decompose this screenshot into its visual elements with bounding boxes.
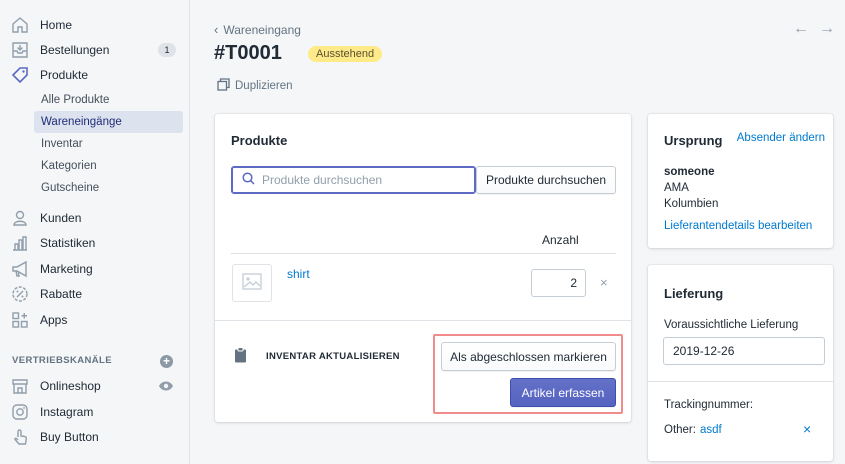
- sidebar-item-buy-button[interactable]: Buy Button: [8, 426, 99, 448]
- product-search-input[interactable]: Produkte durchsuchen: [231, 166, 476, 194]
- supplier-address-line: AMA: [664, 182, 689, 194]
- search-placeholder: Produkte durchsuchen: [262, 173, 383, 187]
- discount-icon: [8, 284, 32, 304]
- sidebar-subitem-transfers[interactable]: Wareneingänge: [34, 111, 183, 133]
- product-link[interactable]: shirt: [287, 267, 310, 281]
- sidebar-subitem-gift-cards[interactable]: Gutscheine: [34, 177, 183, 199]
- person-icon: [8, 208, 32, 228]
- delivery-card: Lieferung Voraussichtliche Lieferung 201…: [648, 265, 833, 461]
- sidebar-item-analytics[interactable]: Statistiken: [8, 232, 95, 254]
- sidebar-item-apps[interactable]: Apps: [8, 309, 67, 331]
- sidebar-item-label: Instagram: [40, 405, 94, 419]
- status-badge: Ausstehend: [308, 46, 383, 62]
- duplicate-button[interactable]: Duplizieren: [217, 78, 293, 94]
- sales-channels-header: VERTRIEBSKANÄLE: [12, 355, 112, 366]
- remove-item-icon[interactable]: ×: [600, 275, 608, 290]
- products-card-title: Produkte: [231, 133, 288, 148]
- sidebar-subitem-inventory[interactable]: Inventar: [34, 133, 183, 155]
- delivery-card-title: Lieferung: [664, 286, 724, 301]
- remove-tracking-icon[interactable]: ×: [803, 421, 811, 437]
- tracking-entry: Other: asdf: [664, 424, 722, 436]
- tag-icon: [8, 65, 32, 85]
- highlight-box: [433, 334, 623, 414]
- divider: [231, 253, 616, 254]
- carrier-label: Other:: [664, 424, 696, 436]
- sidebar-item-products[interactable]: Produkte: [8, 64, 88, 86]
- divider: [215, 320, 631, 321]
- page-title: #T0001: [214, 42, 282, 64]
- breadcrumb[interactable]: ‹ Wareneingang: [214, 22, 301, 37]
- supplier-country: Kolumbien: [664, 198, 719, 210]
- browse-products-button[interactable]: Produkte durchsuchen: [476, 166, 616, 194]
- breadcrumb-label: Wareneingang: [223, 22, 301, 37]
- product-thumbnail: [232, 264, 272, 302]
- sidebar-item-label: Home: [40, 18, 73, 32]
- orders-count-badge: 1: [158, 43, 176, 57]
- main-content: ‹ Wareneingang ← → #T0001 Ausstehend Dup…: [190, 0, 845, 464]
- clipboard-icon: [234, 347, 247, 366]
- sidebar-item-home[interactable]: Home: [8, 14, 72, 36]
- view-store-eye-icon[interactable]: [158, 380, 174, 395]
- buy-button-icon: [8, 427, 32, 447]
- apps-icon: [8, 310, 32, 330]
- sidebar-item-orders[interactable]: Bestellungen: [8, 39, 109, 61]
- sidebar-item-marketing[interactable]: Marketing: [8, 258, 93, 280]
- edit-supplier-link[interactable]: Lieferantendetails bearbeiten: [664, 220, 812, 232]
- sidebar-subitem-collections[interactable]: Kategorien: [34, 155, 183, 177]
- expected-delivery-input[interactable]: 2019-12-26: [663, 337, 825, 365]
- sidebar-item-label: Statistiken: [40, 236, 96, 250]
- store-icon: [8, 376, 32, 396]
- sidebar-item-label: Rabatte: [40, 287, 83, 301]
- change-supplier-link[interactable]: Absender ändern: [737, 132, 825, 144]
- search-icon: [242, 172, 255, 188]
- orders-icon: [8, 40, 32, 60]
- duplicate-label: Duplizieren: [235, 80, 293, 92]
- sidebar: Home Bestellungen 1 Produkte Alle Produk…: [0, 0, 190, 464]
- supplier-name: someone: [664, 166, 715, 178]
- sidebar-item-label: Onlineshop: [40, 379, 101, 393]
- update-inventory-label: INVENTAR AKTUALISIEREN: [266, 351, 400, 362]
- sidebar-item-customers[interactable]: Kunden: [8, 207, 81, 229]
- pagination: ← →: [793, 20, 835, 38]
- next-arrow-icon[interactable]: →: [819, 20, 835, 38]
- instagram-icon: [8, 402, 32, 422]
- sidebar-item-label: Bestellungen: [40, 43, 110, 57]
- tracking-number-label: Trackingnummer:: [664, 399, 754, 411]
- sidebar-item-label: Apps: [40, 313, 68, 327]
- image-placeholder-icon: [242, 273, 262, 293]
- sidebar-item-label: Produkte: [40, 68, 89, 82]
- origin-card-title: Ursprung: [664, 133, 723, 148]
- origin-card: Ursprung Absender ändern someone AMA Kol…: [648, 114, 833, 248]
- divider: [648, 381, 833, 382]
- home-icon: [8, 15, 32, 35]
- megaphone-icon: [8, 259, 32, 279]
- add-channel-icon[interactable]: +: [160, 355, 173, 368]
- quantity-input[interactable]: 2: [531, 269, 586, 297]
- sidebar-item-label: Marketing: [40, 262, 93, 276]
- sidebar-subitem-all-products[interactable]: Alle Produkte: [34, 89, 183, 111]
- sidebar-item-online-store[interactable]: Onlineshop: [8, 375, 101, 397]
- sidebar-item-discounts[interactable]: Rabatte: [8, 283, 82, 305]
- expected-delivery-label: Voraussichtliche Lieferung: [664, 319, 799, 331]
- sidebar-item-label: Kunden: [40, 211, 82, 225]
- sidebar-item-instagram[interactable]: Instagram: [8, 401, 93, 423]
- quantity-column-header: Anzahl: [542, 233, 579, 247]
- bar-chart-icon: [8, 233, 32, 253]
- duplicate-icon: [217, 78, 230, 94]
- tracking-number-link[interactable]: asdf: [700, 424, 722, 436]
- sidebar-item-label: Buy Button: [40, 430, 99, 444]
- previous-arrow-icon[interactable]: ←: [793, 20, 809, 38]
- chevron-left-icon: ‹: [214, 22, 219, 37]
